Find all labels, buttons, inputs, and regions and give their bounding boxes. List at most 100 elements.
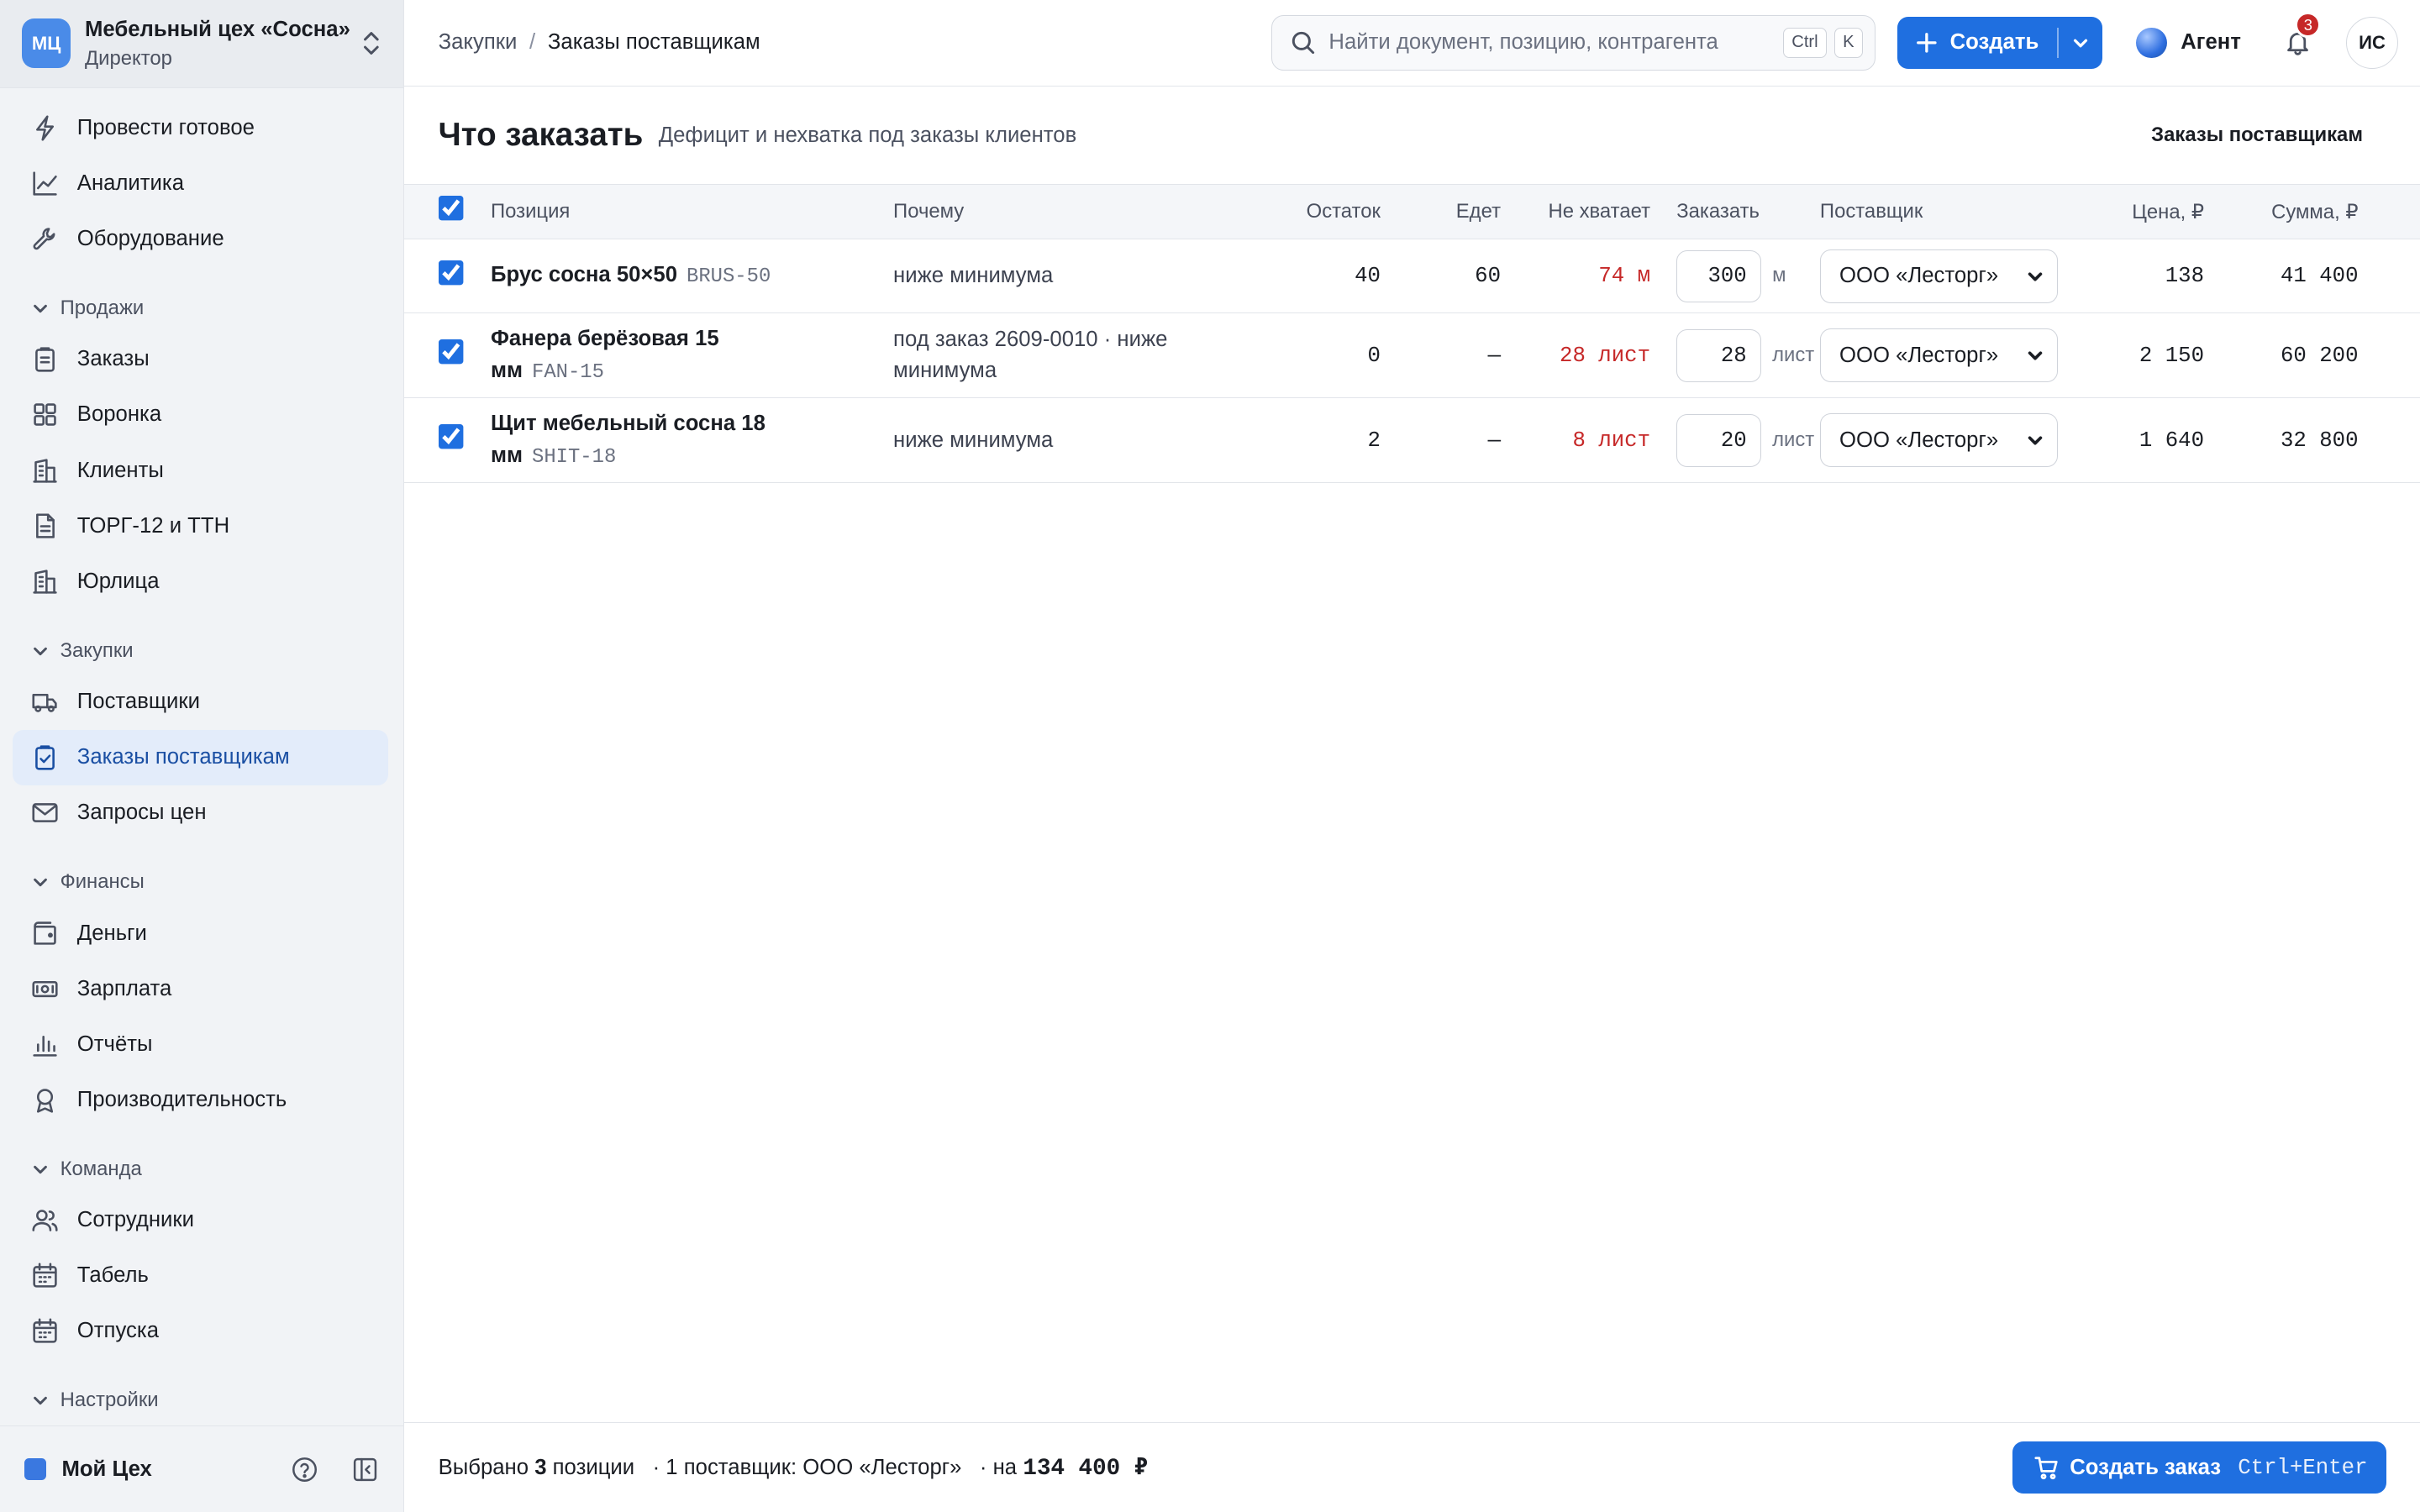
sidebar-item-label: Заказы	[76, 347, 150, 371]
sidebar-item-label: Оборудование	[76, 227, 224, 251]
agent-button[interactable]: Агент	[2136, 27, 2241, 59]
order-qty-input[interactable]	[1676, 329, 1762, 382]
chevron-down-icon	[2073, 39, 2087, 48]
sidebar-item-label: Поставщики	[76, 690, 200, 714]
create-button-main[interactable]: Создать	[1897, 17, 2057, 69]
row-checkbox[interactable]	[438, 424, 465, 451]
supplier-select[interactable]: ООО «Лесторг»	[1819, 249, 2058, 303]
table-header-row: Позиция Почему Остаток Едет Не хватает З…	[404, 185, 2420, 240]
sidebar-item-truck[interactable]: Поставщики	[13, 675, 388, 730]
page-header: Что заказать Дефицит и нехватка под зака…	[404, 87, 2420, 186]
truck-icon	[32, 694, 57, 712]
document-icon	[35, 513, 55, 538]
avatar[interactable]: ИС	[2345, 16, 2399, 70]
sidebar-item-users[interactable]: Сотрудники	[13, 1193, 388, 1248]
create-order-button[interactable]: Создать заказ Ctrl+Enter	[2012, 1441, 2386, 1494]
sidebar-section-title: Продажи	[60, 297, 145, 320]
sidebar-item-clipboard[interactable]: Заказы	[13, 332, 388, 387]
org-switcher[interactable]: МЦ Мебельный цех «Сосна» Директор	[0, 0, 404, 88]
breadcrumb-separator: /	[529, 30, 536, 55]
sidebar-item-label: Зарплата	[76, 976, 172, 1000]
sidebar-section-header[interactable]: Закупки	[0, 627, 403, 674]
collapse-sidebar-icon[interactable]	[351, 1456, 379, 1483]
sidebar-item-bar-chart[interactable]: Отчёты	[13, 1016, 388, 1072]
clipboard-check-icon	[34, 745, 55, 770]
search-icon	[1292, 32, 1314, 55]
order-qty-input[interactable]	[1676, 414, 1762, 467]
column-reason: Почему	[893, 185, 1233, 240]
building-icon	[33, 570, 57, 594]
price-cell: 2 150	[2101, 312, 2205, 399]
calendar-icon	[33, 1263, 57, 1288]
sidebar-item-lightning[interactable]: Провести готовое	[13, 100, 388, 155]
search-box[interactable]: Ctrl K	[1270, 14, 1876, 71]
shortage-cell: 8 лист	[1501, 397, 1651, 484]
sidebar-item-calendar[interactable]: Отпуска	[13, 1304, 388, 1359]
sidebar-item-grid[interactable]: Воронка	[13, 387, 388, 443]
chevron-down-icon	[2028, 272, 2043, 281]
wallet-icon	[34, 921, 56, 946]
row-checkbox[interactable]	[438, 339, 465, 366]
shortcut-k: K	[1833, 27, 1863, 58]
sidebar-item-mail[interactable]: Запросы цен	[13, 785, 388, 841]
sidebar-item-document[interactable]: ТОРГ-12 и ТТН	[13, 498, 388, 554]
workspace-name[interactable]: Мой Цех	[61, 1457, 258, 1482]
search-input[interactable]	[1328, 30, 1776, 55]
sidebar-nav: Провести готовое Аналитика Оборудование Про…	[0, 88, 403, 1425]
clipboard-icon	[34, 347, 55, 372]
sidebar-item-label: Сотрудники	[76, 1208, 195, 1232]
breadcrumb: Закупки / Заказы поставщикам	[439, 30, 1271, 55]
selected-count: 3	[534, 1455, 547, 1479]
column-supplier: Поставщик	[1819, 185, 2102, 240]
column-order: Заказать	[1650, 185, 1820, 240]
sidebar-item-building[interactable]: Юрлица	[13, 554, 388, 609]
chevron-down-icon	[2028, 436, 2043, 445]
item-sku: FAN-15	[532, 360, 604, 384]
sidebar-item-banknote[interactable]: Зарплата	[13, 961, 388, 1016]
help-icon[interactable]	[291, 1456, 318, 1483]
chevron-down-icon	[33, 879, 47, 887]
create-button[interactable]: Создать	[1897, 16, 2102, 70]
select-all-checkbox[interactable]	[438, 196, 465, 223]
sidebar-item-wrench[interactable]: Оборудование	[13, 212, 388, 267]
unit-label: лист	[1772, 428, 1815, 451]
supplier-orders-link[interactable]: Заказы поставщикам	[2151, 123, 2363, 147]
breadcrumb-parent[interactable]: Закупки	[439, 30, 518, 55]
chevron-up-down-icon	[363, 32, 379, 55]
chart-line-icon	[33, 171, 57, 196]
sum-cell: 32 800	[2204, 397, 2359, 484]
sidebar-section-header[interactable]: Продажи	[0, 286, 403, 332]
sidebar-item-label: Юрлица	[76, 569, 160, 593]
users-icon	[32, 1210, 58, 1231]
order-qty-input[interactable]	[1676, 249, 1762, 302]
sidebar-item-calendar[interactable]: Табель	[13, 1248, 388, 1304]
row-checkbox[interactable]	[438, 260, 465, 286]
sidebar-section-header[interactable]: Команда	[0, 1146, 403, 1192]
sidebar-section-header[interactable]: Настройки	[0, 1378, 403, 1424]
notifications-button[interactable]: 3	[2284, 12, 2322, 56]
sidebar-section-title: Закупки	[60, 638, 134, 662]
sum-cell: 60 200	[2204, 312, 2359, 399]
incoming-cell: —	[1380, 312, 1502, 399]
sidebar-item-wallet[interactable]: Деньги	[13, 906, 388, 961]
create-dropdown-toggle[interactable]	[2059, 17, 2102, 69]
create-button-label: Создать	[1949, 30, 2039, 55]
chevron-down-icon	[33, 647, 47, 656]
cart-icon	[2034, 1456, 2058, 1479]
supplier-select[interactable]: ООО «Лесторг»	[1819, 413, 2058, 468]
notifications-badge: 3	[2295, 12, 2322, 39]
column-shortage: Не хватает	[1501, 185, 1651, 240]
main-content: Закупки / Заказы поставщикам Ctrl K Созд…	[404, 0, 2420, 1512]
sidebar-item-award[interactable]: Производительность	[13, 1072, 388, 1127]
bar-chart-icon	[33, 1035, 57, 1057]
sidebar-section-header[interactable]: Финансы	[0, 859, 403, 906]
price-cell: 138	[2101, 239, 2205, 314]
supplier-select[interactable]: ООО «Лесторг»	[1819, 328, 2058, 383]
selected-suffix: позиции	[552, 1455, 635, 1479]
sidebar-item-clipboard-check[interactable]: Заказы поставщикам	[12, 729, 388, 785]
sidebar-item-building[interactable]: Клиенты	[13, 443, 388, 498]
topbar: Закупки / Заказы поставщикам Ctrl K Созд…	[404, 0, 2420, 87]
sidebar-item-chart-line[interactable]: Аналитика	[13, 155, 388, 211]
chevron-down-icon	[33, 1165, 47, 1174]
selected-prefix: Выбрано	[438, 1455, 529, 1479]
